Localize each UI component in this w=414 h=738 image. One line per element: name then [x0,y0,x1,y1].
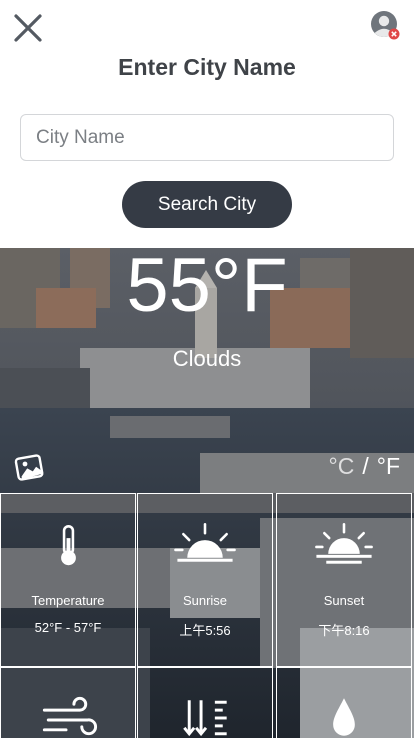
sunrise-icon [174,523,236,562]
temperature-range: 52°F - 57°F [34,620,102,635]
sunset-label: Sunset [323,593,365,608]
thermometer-icon [61,525,76,566]
city-name-input[interactable] [20,114,394,161]
temperature-label: Temperature [31,593,105,608]
pressure-icon [183,700,227,737]
sunset-icon [315,523,373,564]
humidity-icon [333,698,355,736]
celsius-toggle[interactable]: °C [329,453,355,479]
sunset-time: 下午8:16 [318,623,370,638]
wind-icon [42,696,98,736]
page-title: Enter City Name [118,54,296,80]
user-avatar-icon[interactable] [370,10,400,40]
change-photo-icon[interactable] [14,453,46,483]
sunrise-label: Sunrise [182,593,228,608]
humidity-tile [276,667,412,738]
sunset-tile: Sunset 下午8:16 [276,493,412,667]
current-temperature: 55°F [126,248,288,328]
unit-toggle: °C / °F [329,453,400,480]
sunrise-time: 上午5:56 [179,623,231,638]
search-city-button[interactable]: Search City [122,181,292,228]
sunrise-tile: Sunrise 上午5:56 [137,493,273,667]
temperature-tile: Temperature 52°F - 57°F [0,493,136,667]
fahrenheit-toggle[interactable]: °F [377,453,400,479]
wind-tile [0,667,136,738]
unit-separator: / [362,453,369,479]
weather-hero: 55°F Clouds °C / °F Temperature 52°F - 57°… [0,248,414,738]
pressure-tile [137,667,273,738]
close-icon[interactable] [12,12,44,44]
weather-condition: Clouds [172,346,242,371]
